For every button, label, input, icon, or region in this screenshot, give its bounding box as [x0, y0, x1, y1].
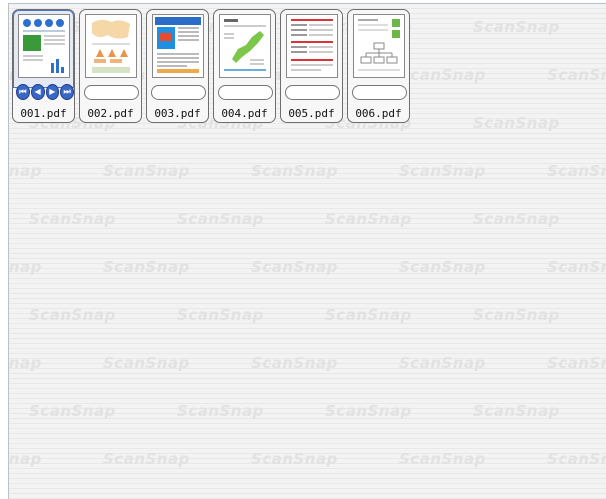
watermark-text: ScanSnap — [473, 402, 560, 420]
page-indicator — [285, 85, 340, 100]
watermark-text: ScanSnap — [251, 162, 338, 180]
file-name: 004.pdf — [221, 107, 268, 120]
page-thumbnail — [85, 14, 137, 78]
watermark-text: ScanSnap — [177, 210, 264, 228]
page-indicator — [218, 85, 273, 100]
watermark-text: ScanSnap — [473, 210, 560, 228]
watermark-text: ScanSnap — [473, 306, 560, 324]
watermark-text: ScanSnap — [399, 354, 486, 372]
watermark-text: ScanSnap — [325, 402, 412, 420]
watermark-text: ScanSnap — [29, 402, 116, 420]
watermark-text: ScanSnap — [8, 354, 42, 372]
watermark-text: ScanSnap — [29, 210, 116, 228]
watermark-text: ScanSnap — [251, 450, 338, 468]
watermark-text: ScanSnap — [8, 258, 42, 276]
page-indicator — [84, 85, 139, 100]
watermark-text: ScanSnap — [251, 258, 338, 276]
watermark-text: ScanSnap — [473, 18, 560, 36]
thumbnail-card-002[interactable]: 002.pdf — [79, 9, 142, 123]
watermark-text: ScanSnap — [399, 258, 486, 276]
next-page-icon[interactable]: ▶ — [45, 84, 60, 100]
watermark-text: ScanSnap — [547, 162, 606, 180]
watermark-text: ScanSnap — [547, 354, 606, 372]
page-navigation: ⏮ ◀ ▶ ⏭ — [16, 84, 74, 101]
watermark-text: ScanSnap — [399, 450, 486, 468]
watermark-text: ScanSnap — [325, 210, 412, 228]
thumbnail-card-005[interactable]: 005.pdf — [280, 9, 343, 123]
file-name: 001.pdf — [20, 107, 67, 120]
watermark-text: ScanSnap — [399, 66, 486, 84]
watermark-text: ScanSnap — [103, 354, 190, 372]
watermark-text: ScanSnap — [103, 258, 190, 276]
watermark-text: ScanSnap — [8, 450, 42, 468]
file-name: 003.pdf — [154, 107, 201, 120]
watermark-text: ScanSnap — [177, 306, 264, 324]
watermark-text: ScanSnap — [547, 258, 606, 276]
page-thumbnail — [286, 14, 338, 78]
page-indicator — [151, 85, 206, 100]
last-page-icon[interactable]: ⏭ — [60, 84, 74, 100]
watermark-text: ScanSnap — [547, 450, 606, 468]
thumbnail-card-003[interactable]: 003.pdf — [146, 9, 209, 123]
watermark-text: ScanSnap — [325, 306, 412, 324]
watermark-text: ScanSnap — [29, 306, 116, 324]
file-name: 002.pdf — [87, 107, 134, 120]
page-thumbnail — [353, 14, 405, 78]
watermark-text: ScanSnap — [177, 402, 264, 420]
watermark-text: ScanSnap — [251, 354, 338, 372]
thumbnail-card-001[interactable]: ⏮ ◀ ▶ ⏭ 001.pdf — [12, 9, 75, 123]
watermark-text: ScanSnap — [547, 66, 606, 84]
watermark-text: ScanSnap — [399, 162, 486, 180]
watermark-text: ScanSnap — [8, 162, 42, 180]
first-page-icon[interactable]: ⏮ — [16, 84, 30, 100]
page-thumbnail — [219, 14, 271, 78]
page-indicator — [352, 85, 407, 100]
prev-page-icon[interactable]: ◀ — [30, 84, 45, 100]
watermark-text: ScanSnap — [103, 162, 190, 180]
file-name: 006.pdf — [355, 107, 402, 120]
page-thumbnail — [18, 14, 70, 78]
watermark-text: ScanSnap — [103, 450, 190, 468]
file-name: 005.pdf — [288, 107, 335, 120]
thumbnail-card-006[interactable]: 006.pdf — [347, 9, 410, 123]
thumbnail-viewer[interactable]: ScanSnap ScanSnap ScanSnap ScanSnap ScanSnap… — [8, 3, 606, 499]
page-thumbnail — [152, 14, 204, 78]
thumbnail-card-004[interactable]: 004.pdf — [213, 9, 276, 123]
watermark-text: ScanSnap — [473, 114, 560, 132]
